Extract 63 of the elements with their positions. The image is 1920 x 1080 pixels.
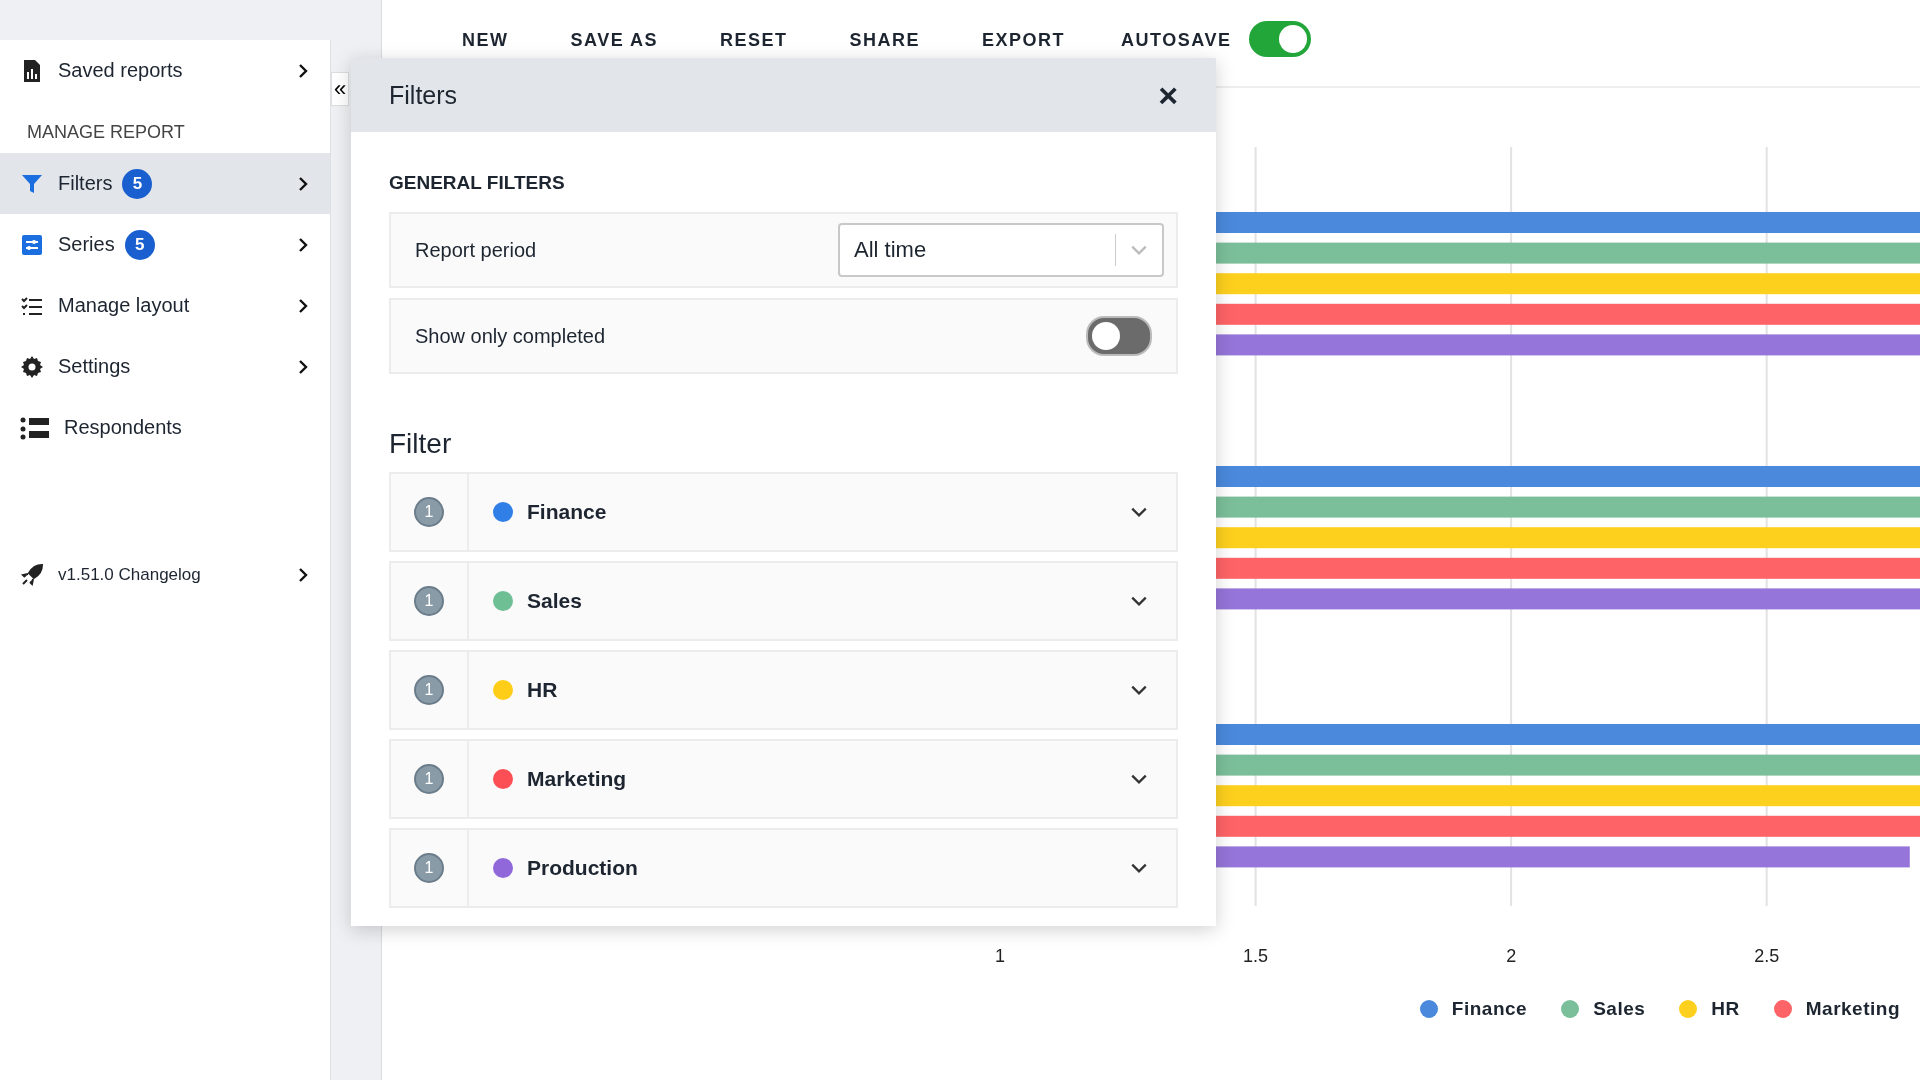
legend-dot	[1419, 1000, 1438, 1018]
toolbar-button[interactable]: NEW	[462, 30, 509, 51]
filter-item[interactable]: 1 Marketing	[389, 739, 1178, 819]
count-badge: 1	[414, 497, 444, 527]
legend-label[interactable]: Marketing	[1805, 998, 1900, 1020]
count-badge: 1	[414, 853, 444, 883]
sidebar-item[interactable]: v1.51.0 Changelog	[0, 544, 331, 605]
legend-dot	[1679, 1000, 1698, 1018]
filter-item[interactable]: 1 HR	[389, 650, 1178, 730]
list-icon	[20, 415, 50, 440]
legend-label[interactable]: Finance	[1451, 998, 1528, 1020]
sidebar-item[interactable]: Respondents	[0, 397, 331, 458]
legend-dot	[1773, 1000, 1792, 1018]
filter-name: Marketing	[527, 767, 628, 791]
axis-tick-label: 2	[1506, 946, 1517, 966]
autosave-label: AUTOSAVE	[1121, 30, 1232, 51]
section-heading: MANAGE REPORT	[26, 121, 186, 144]
collapse-button[interactable]: «	[331, 72, 350, 106]
field-label: Report period	[415, 238, 537, 262]
chevron-down-icon	[1130, 595, 1148, 607]
sidebar-item[interactable]: Settings	[0, 336, 331, 397]
rocket-icon	[20, 562, 44, 587]
count-badge: 5	[124, 229, 155, 260]
filter-name: HR	[527, 678, 559, 702]
filter-item[interactable]: 1 Sales	[389, 561, 1178, 641]
axis-tick-label: 2.5	[1754, 946, 1780, 966]
section-heading: GENERAL FILTERS	[389, 171, 566, 195]
axis-tick-label: 1.5	[1243, 946, 1269, 966]
legend-label[interactable]: HR	[1711, 998, 1740, 1020]
autosave-toggle[interactable]	[1249, 21, 1312, 57]
chevron-down-icon	[1130, 862, 1148, 874]
chevron-down-icon	[1130, 773, 1148, 785]
panel-title: Filters	[389, 80, 458, 110]
toolbar-button[interactable]: RESET	[720, 30, 788, 51]
filter-name: Sales	[527, 589, 583, 613]
legend-label[interactable]: Sales	[1593, 998, 1646, 1020]
toolbar-button[interactable]: EXPORT	[982, 30, 1066, 51]
sliders-icon	[20, 232, 44, 257]
chevron-down-icon	[1130, 684, 1148, 696]
close-button[interactable]: ×	[1158, 75, 1178, 115]
count-badge: 1	[414, 675, 444, 705]
filter-item[interactable]: 1 Production	[389, 828, 1178, 908]
filter-name: Finance	[527, 500, 608, 524]
count-badge: 1	[414, 764, 444, 794]
toolbar-button[interactable]: SAVE AS	[570, 30, 659, 51]
report-period-select[interactable]: All time	[838, 223, 1164, 277]
count-badge: 5	[122, 168, 153, 199]
sidebar-item[interactable]: Filters 5	[0, 153, 331, 214]
settings-icon	[20, 354, 44, 379]
sidebar-item[interactable]: Manage layout	[0, 275, 331, 336]
section-title: Filter	[389, 427, 453, 461]
field-label: Show only completed	[415, 324, 606, 348]
axis-tick-label: 1	[995, 946, 1006, 966]
filter-name: Production	[527, 856, 639, 880]
completed-toggle[interactable]	[1086, 316, 1152, 356]
filter-item[interactable]: 1 Finance	[389, 472, 1178, 552]
count-badge: 1	[414, 586, 444, 616]
sidebar-item[interactable]: Saved reports	[0, 40, 331, 101]
toolbar-button[interactable]: SHARE	[849, 30, 921, 51]
sidebar-item[interactable]: Series 5	[0, 214, 331, 275]
legend-dot	[1561, 1000, 1580, 1018]
chevron-down-icon	[1130, 244, 1148, 256]
chevron-down-icon	[1130, 506, 1148, 518]
